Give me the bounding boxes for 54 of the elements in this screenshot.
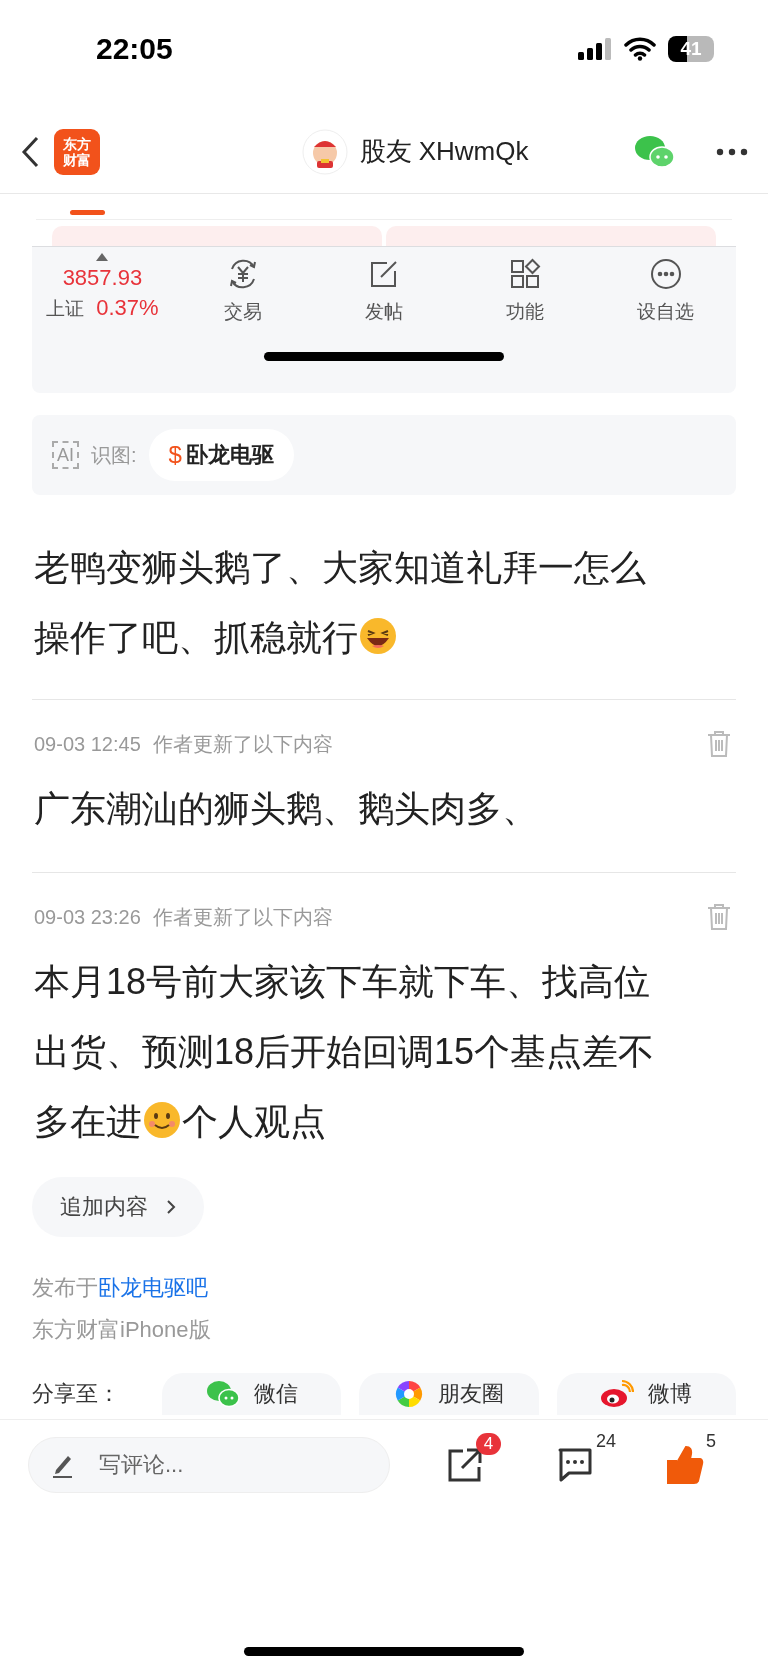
- share-button[interactable]: 微博: [556, 1373, 736, 1415]
- smiling-face-icon: [142, 1100, 182, 1140]
- post-text: 个人观点: [182, 1100, 326, 1144]
- post-text: 老鸭变狮头鹅了、大家知道礼拜一怎么: [34, 546, 646, 590]
- comment-field[interactable]: 写评论...: [28, 1436, 390, 1493]
- post-text: 广东潮汕的狮头鹅、鹅头肉多、: [34, 787, 538, 831]
- more-icon[interactable]: [716, 147, 748, 156]
- index-value: 3857.93: [62, 265, 143, 291]
- signal-icon: [578, 38, 612, 60]
- share-icon: [446, 1446, 483, 1483]
- stock-tag[interactable]: $ 卧龙电驱: [148, 429, 294, 481]
- update-time: 09-03 23:26: [34, 905, 141, 929]
- update-note: 作者更新了以下内容: [152, 904, 334, 930]
- action-button[interactable]: 发帖: [365, 253, 403, 325]
- share-action-button[interactable]: 4: [409, 1434, 520, 1495]
- post-text: 多在进: [34, 1100, 142, 1144]
- index-change: 0.37%: [96, 295, 159, 321]
- laughing-face-icon: [358, 616, 398, 656]
- back-icon[interactable]: [20, 134, 40, 169]
- published-label: 发布于: [32, 1275, 98, 1300]
- action-button[interactable]: 设自选: [637, 253, 695, 325]
- action-button[interactable]: 功能: [505, 253, 544, 325]
- append-content-button[interactable]: 追加内容: [32, 1177, 204, 1237]
- up-triangle-icon: [96, 253, 109, 261]
- share-count-badge: 4: [475, 1432, 502, 1455]
- ai-badge: AI: [52, 441, 79, 469]
- more-circle-icon: [648, 257, 683, 291]
- post-text: 本月18号前大家该下车就下车、找高位: [34, 960, 651, 1004]
- client-label: 东方财富iPhone版: [32, 1316, 212, 1344]
- share-label: 分享至：: [32, 1380, 121, 1408]
- chat-bubbles-icon[interactable]: [634, 134, 676, 169]
- wifi-icon: [624, 37, 656, 61]
- avatar-icon: [301, 128, 348, 175]
- post-text: 操作了吧、抓稳就行: [34, 616, 358, 660]
- share-button[interactable]: 微信: [162, 1373, 342, 1415]
- page-title: 股友 XHwmQk: [359, 135, 529, 168]
- trash-icon[interactable]: [706, 730, 732, 758]
- eye-logo-icon: [600, 1379, 635, 1409]
- trash-icon[interactable]: [706, 903, 732, 931]
- app-logo: 东方 财富: [54, 128, 100, 175]
- update-note: 作者更新了以下内容: [152, 731, 334, 757]
- forum-link[interactable]: 卧龙电驱吧: [98, 1275, 208, 1300]
- action-button[interactable]: 交易: [224, 253, 263, 325]
- index-name: 上证: [46, 297, 85, 321]
- chevron-right-icon: [166, 1199, 176, 1215]
- update-time: 09-03 12:45: [34, 732, 141, 756]
- post-text: 出货、预测18后开始回调15个基点差不: [34, 1030, 655, 1074]
- share-button[interactable]: 朋友圈: [359, 1373, 539, 1415]
- tab-indicator: [70, 210, 105, 215]
- chat-bubbles-icon: [205, 1380, 240, 1408]
- aperture-icon: [394, 1379, 424, 1409]
- image-tag-label: 识图:: [91, 442, 137, 468]
- status-time: 22:05: [96, 32, 173, 66]
- comment-icon: [556, 1446, 593, 1483]
